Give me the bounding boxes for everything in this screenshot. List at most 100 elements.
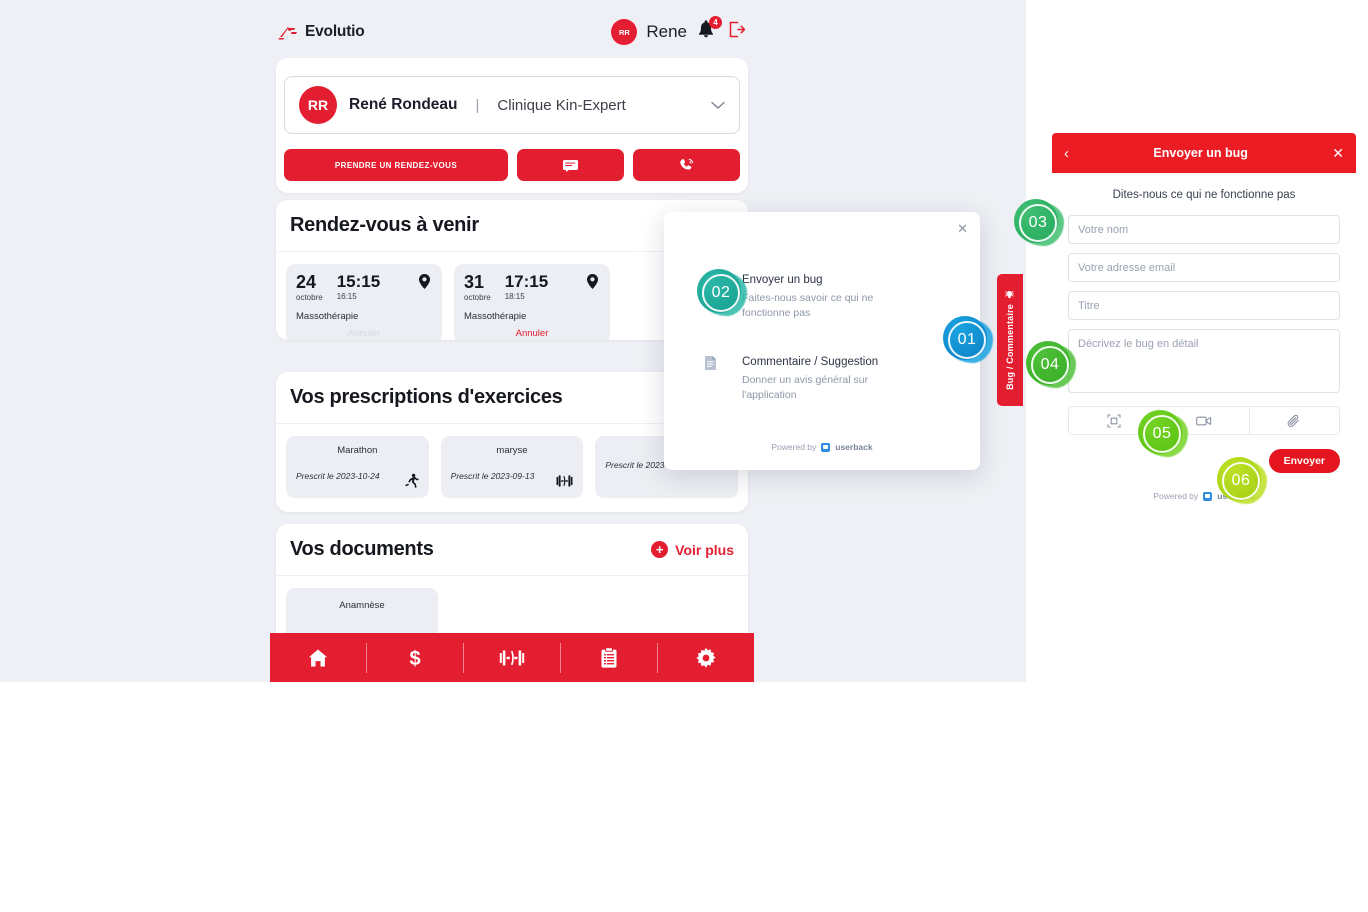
see-more-button[interactable]: + Voir plus [651, 541, 734, 558]
bottom-navigation: $ [270, 633, 754, 682]
bug-icon [1005, 291, 1015, 299]
appointments-title: Rendez-vous à venir [290, 214, 479, 236]
bug-form-prompt: Dites-nous ce qui ne fonctionne pas [1112, 189, 1296, 201]
prescription-date: Prescrit le 2023-10-24 [296, 471, 380, 481]
nav-home[interactable] [270, 642, 367, 673]
logout-button[interactable] [727, 20, 746, 44]
video-tool[interactable] [1159, 407, 1250, 434]
appointment-card[interactable]: 24 octobre 15:15 16:15 Massothérapie Ann… [286, 264, 442, 340]
appointment-time: 17:15 [504, 272, 549, 291]
header-actions: RR Rene 4 [611, 16, 746, 45]
chevron-down-icon[interactable] [711, 98, 725, 113]
profile-clinic: Clinique Kin-Expert [497, 96, 626, 114]
message-icon [563, 159, 578, 172]
message-button[interactable] [517, 149, 624, 181]
header-user-name: Rene [646, 22, 687, 41]
notifications-button[interactable]: 4 [696, 16, 722, 44]
profile-separator: | [475, 96, 480, 114]
dumbbell-icon [556, 474, 573, 491]
appointment-card[interactable]: 31 octobre 17:15 18:15 Massothérapie Ann… [454, 264, 610, 340]
app-logo: Evolutio [278, 23, 365, 41]
video-icon [1196, 416, 1212, 425]
documents-header: Vos documents + Voir plus [276, 524, 748, 576]
userback-option-description: Donner un avis général sur l'application [742, 374, 869, 402]
document-name: Anamnèse [339, 600, 385, 611]
bug-report-panel: ‹ Envoyer un bug ✕ Dites-nous ce qui ne … [1052, 133, 1356, 511]
logo-text: Evolutio [305, 23, 365, 40]
bug-feedback-tab[interactable]: Bug / Commentaire [997, 274, 1023, 406]
document-icon [696, 352, 724, 371]
userback-logo-icon [821, 442, 831, 452]
userback-brand: userback [1217, 491, 1255, 501]
screenshot-tool[interactable] [1069, 407, 1160, 434]
see-more-label: Voir plus [675, 541, 734, 558]
userback-option-title: Envoyer un bug [742, 274, 823, 286]
book-appointment-button[interactable]: PRENDRE UN RENDEZ-VOUS [284, 149, 508, 181]
userback-option-title: Commentaire / Suggestion [742, 356, 879, 368]
profile-name: René Rondeau [349, 96, 458, 113]
appointment-month: octobre [464, 293, 491, 302]
powered-by-label: Powered by [1153, 491, 1199, 501]
close-icon[interactable]: ✕ [957, 222, 968, 235]
logout-icon [729, 21, 746, 38]
close-icon[interactable]: ✕ [1332, 146, 1344, 160]
attachment-tool[interactable] [1250, 407, 1339, 434]
call-button[interactable] [633, 149, 740, 181]
prescription-card[interactable]: maryse Prescrit le 2023-09-13 [440, 436, 584, 498]
userback-powered-by: Powered by userback [1068, 491, 1340, 501]
paperclip-icon [1287, 414, 1300, 427]
nav-billing[interactable]: $ [367, 642, 464, 673]
clipboard-icon [601, 646, 617, 668]
gear-icon [696, 647, 716, 668]
appointment-type: Massothérapie [296, 311, 359, 322]
userback-powered-by: Powered by userback [664, 442, 980, 452]
description-field[interactable] [1068, 329, 1340, 393]
nav-exercises[interactable] [464, 642, 561, 673]
appointment-day: 31 [464, 272, 485, 292]
appointment-day: 24 [296, 272, 317, 292]
screenshot-root: Evolutio RR Rene 4 RR René Rondeau | Cli… [0, 0, 1368, 912]
profile-selector[interactable]: RR René Rondeau | Clinique Kin-Expert [284, 76, 740, 134]
prescription-name: maryse [496, 445, 528, 456]
prescription-date: Prescrit le 2023-09-13 [450, 471, 535, 481]
subject-field[interactable] [1068, 291, 1340, 320]
nav-settings[interactable] [658, 643, 754, 673]
appointment-cancel-link: Annuler [347, 328, 381, 339]
bug-panel-body: Dites-nous ce qui ne fonctionne pas Votr… [1052, 173, 1356, 511]
appointment-time: 15:15 [336, 272, 381, 291]
prescription-card[interactable]: Marathon Prescrit le 2023-10-24 [286, 436, 429, 498]
bug-attachment-toolbar [1068, 406, 1340, 435]
profile-card: RR René Rondeau | Clinique Kin-Expert PR… [276, 58, 748, 193]
userback-brand: userback [835, 442, 873, 452]
home-icon [308, 649, 328, 666]
prescriptions-title: Vos prescriptions d'exercices [290, 386, 563, 408]
userback-option-comment[interactable]: Commentaire / Suggestion Donner un avis … [696, 352, 952, 403]
profile-avatar: RR [299, 86, 337, 124]
phone-call-icon [680, 158, 694, 170]
badge-number: 03 [1028, 214, 1048, 231]
bug-feedback-tab-label: Bug / Commentaire [1005, 290, 1015, 390]
nav-forms[interactable] [561, 642, 658, 673]
submit-bug-button[interactable]: Envoyer [1268, 449, 1340, 473]
userback-logo-icon [1203, 491, 1213, 501]
documents-title: Vos documents [290, 538, 434, 560]
notification-badge: 4 [709, 16, 722, 29]
userback-option-description: Faites-nous savoir ce qui ne fonctionne … [742, 292, 874, 320]
location-pin-icon [585, 273, 600, 293]
header-avatar[interactable]: RR [611, 19, 638, 45]
evolutio-logo-icon [278, 24, 300, 40]
appointment-month: octobre [296, 293, 323, 302]
appointment-cancel-link[interactable]: Annuler [464, 328, 600, 339]
appointment-time-end: 18:15 [504, 292, 525, 301]
app-header: Evolutio RR Rene 4 [278, 12, 746, 52]
bug-icon [696, 270, 724, 273]
location-pin-icon [417, 273, 432, 293]
bug-panel-header: ‹ Envoyer un bug ✕ [1052, 133, 1356, 173]
name-field[interactable] [1068, 215, 1340, 244]
email-field[interactable] [1068, 253, 1340, 282]
running-icon [404, 473, 419, 491]
svg-text:$: $ [409, 648, 420, 669]
side-tab-text: Bug / Commentaire [1005, 304, 1015, 390]
appointment-type: Massothérapie [464, 311, 527, 322]
userback-option-bug[interactable]: Envoyer un bug Faites-nous savoir ce qui… [696, 270, 952, 321]
